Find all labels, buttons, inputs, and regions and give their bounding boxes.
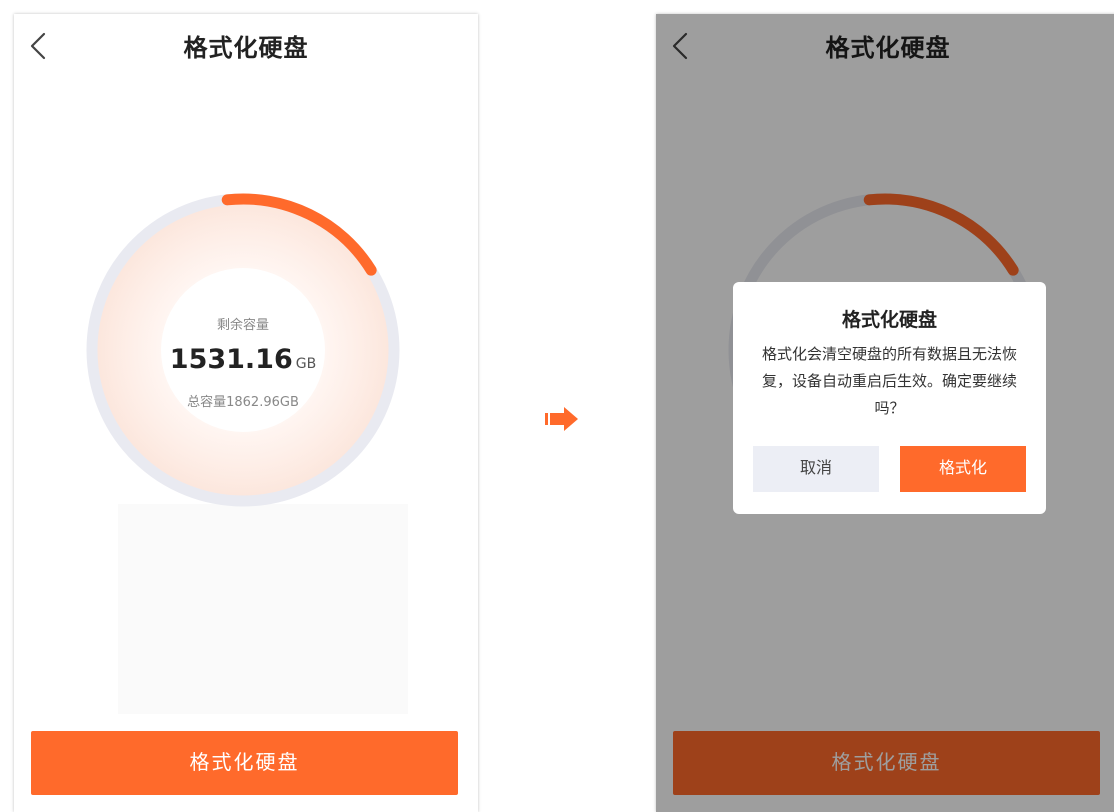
capacity-readout: 剩余容量 1531.16 GB 总容量1862.96GB bbox=[143, 314, 343, 410]
format-disk-button[interactable]: 格式化硬盘 bbox=[31, 731, 458, 795]
dialog-message: 格式化会清空硬盘的所有数据且无法恢复，设备自动重启后生效。确定要继续吗？ bbox=[761, 345, 1017, 417]
dialog-title: 格式化硬盘 bbox=[841, 309, 937, 331]
remaining-value: 1531.16 bbox=[169, 344, 293, 375]
confirm-format-button[interactable]: 格式化 bbox=[900, 446, 1026, 492]
cancel-button[interactable]: 取消 bbox=[753, 446, 879, 492]
remaining-value-row: 1531.16 GB bbox=[143, 344, 343, 375]
format-confirm-dialog: 格式化硬盘 格式化会清空硬盘的所有数据且无法恢复，设备自动重启后生效。确定要继续… bbox=[733, 282, 1046, 514]
remaining-label: 剩余容量 bbox=[216, 318, 269, 333]
format-confirm-screen: 格式化硬盘 格式化硬盘 格式化硬盘 格式化会清空硬盘的所有数据且无法恢复，设备自… bbox=[656, 14, 1114, 812]
storage-screen: 格式化硬盘 剩余容量 1531.16 GB 总容量1862.96GB 格式化硬盘 bbox=[14, 14, 478, 812]
right-arrow-icon bbox=[545, 407, 578, 431]
total-capacity: 总容量1862.96GB bbox=[187, 395, 299, 410]
storage-ring bbox=[86, 193, 400, 507]
remaining-unit: GB bbox=[295, 356, 317, 372]
